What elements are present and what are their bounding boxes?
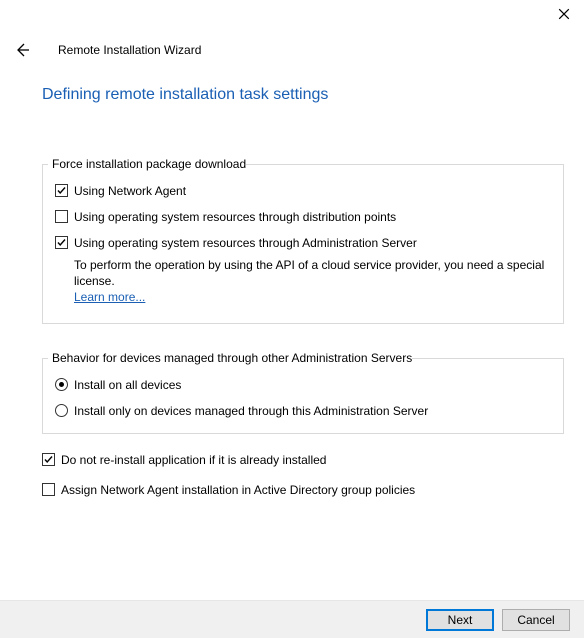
behavior-legend: Behavior for devices managed through oth… bbox=[48, 351, 412, 367]
force-download-legend: Force installation package download bbox=[48, 157, 246, 173]
checkbox-do-not-reinstall[interactable] bbox=[42, 453, 55, 466]
wizard-title: Remote Installation Wizard bbox=[58, 43, 201, 57]
radio-install-all[interactable] bbox=[55, 378, 68, 391]
label-network-agent[interactable]: Using Network Agent bbox=[74, 183, 186, 199]
checkbox-distribution-points[interactable] bbox=[55, 210, 68, 223]
label-assign-ad-policy[interactable]: Assign Network Agent installation in Act… bbox=[61, 482, 415, 498]
next-button[interactable]: Next bbox=[426, 609, 494, 631]
radio-install-managed-only[interactable] bbox=[55, 404, 68, 417]
learn-more-link[interactable]: Learn more... bbox=[74, 290, 145, 304]
checkbox-admin-server[interactable] bbox=[55, 236, 68, 249]
cancel-button[interactable]: Cancel bbox=[502, 609, 570, 631]
label-admin-server[interactable]: Using operating system resources through… bbox=[74, 235, 417, 251]
cloud-api-hint: To perform the operation by using the AP… bbox=[74, 258, 544, 288]
label-do-not-reinstall[interactable]: Do not re-install application if it is a… bbox=[61, 452, 326, 468]
checkbox-network-agent[interactable] bbox=[55, 184, 68, 197]
back-icon[interactable] bbox=[14, 42, 30, 58]
label-install-all[interactable]: Install on all devices bbox=[74, 377, 181, 393]
checkbox-assign-ad-policy[interactable] bbox=[42, 483, 55, 496]
label-distribution-points[interactable]: Using operating system resources through… bbox=[74, 209, 396, 225]
close-icon[interactable] bbox=[558, 8, 570, 22]
footer-bar: Next Cancel bbox=[0, 600, 584, 638]
page-title: Defining remote installation task settin… bbox=[42, 86, 328, 104]
label-install-managed-only[interactable]: Install only on devices managed through … bbox=[74, 403, 428, 419]
force-download-group: Force installation package download Usin… bbox=[42, 148, 564, 324]
behavior-group: Behavior for devices managed through oth… bbox=[42, 342, 564, 434]
